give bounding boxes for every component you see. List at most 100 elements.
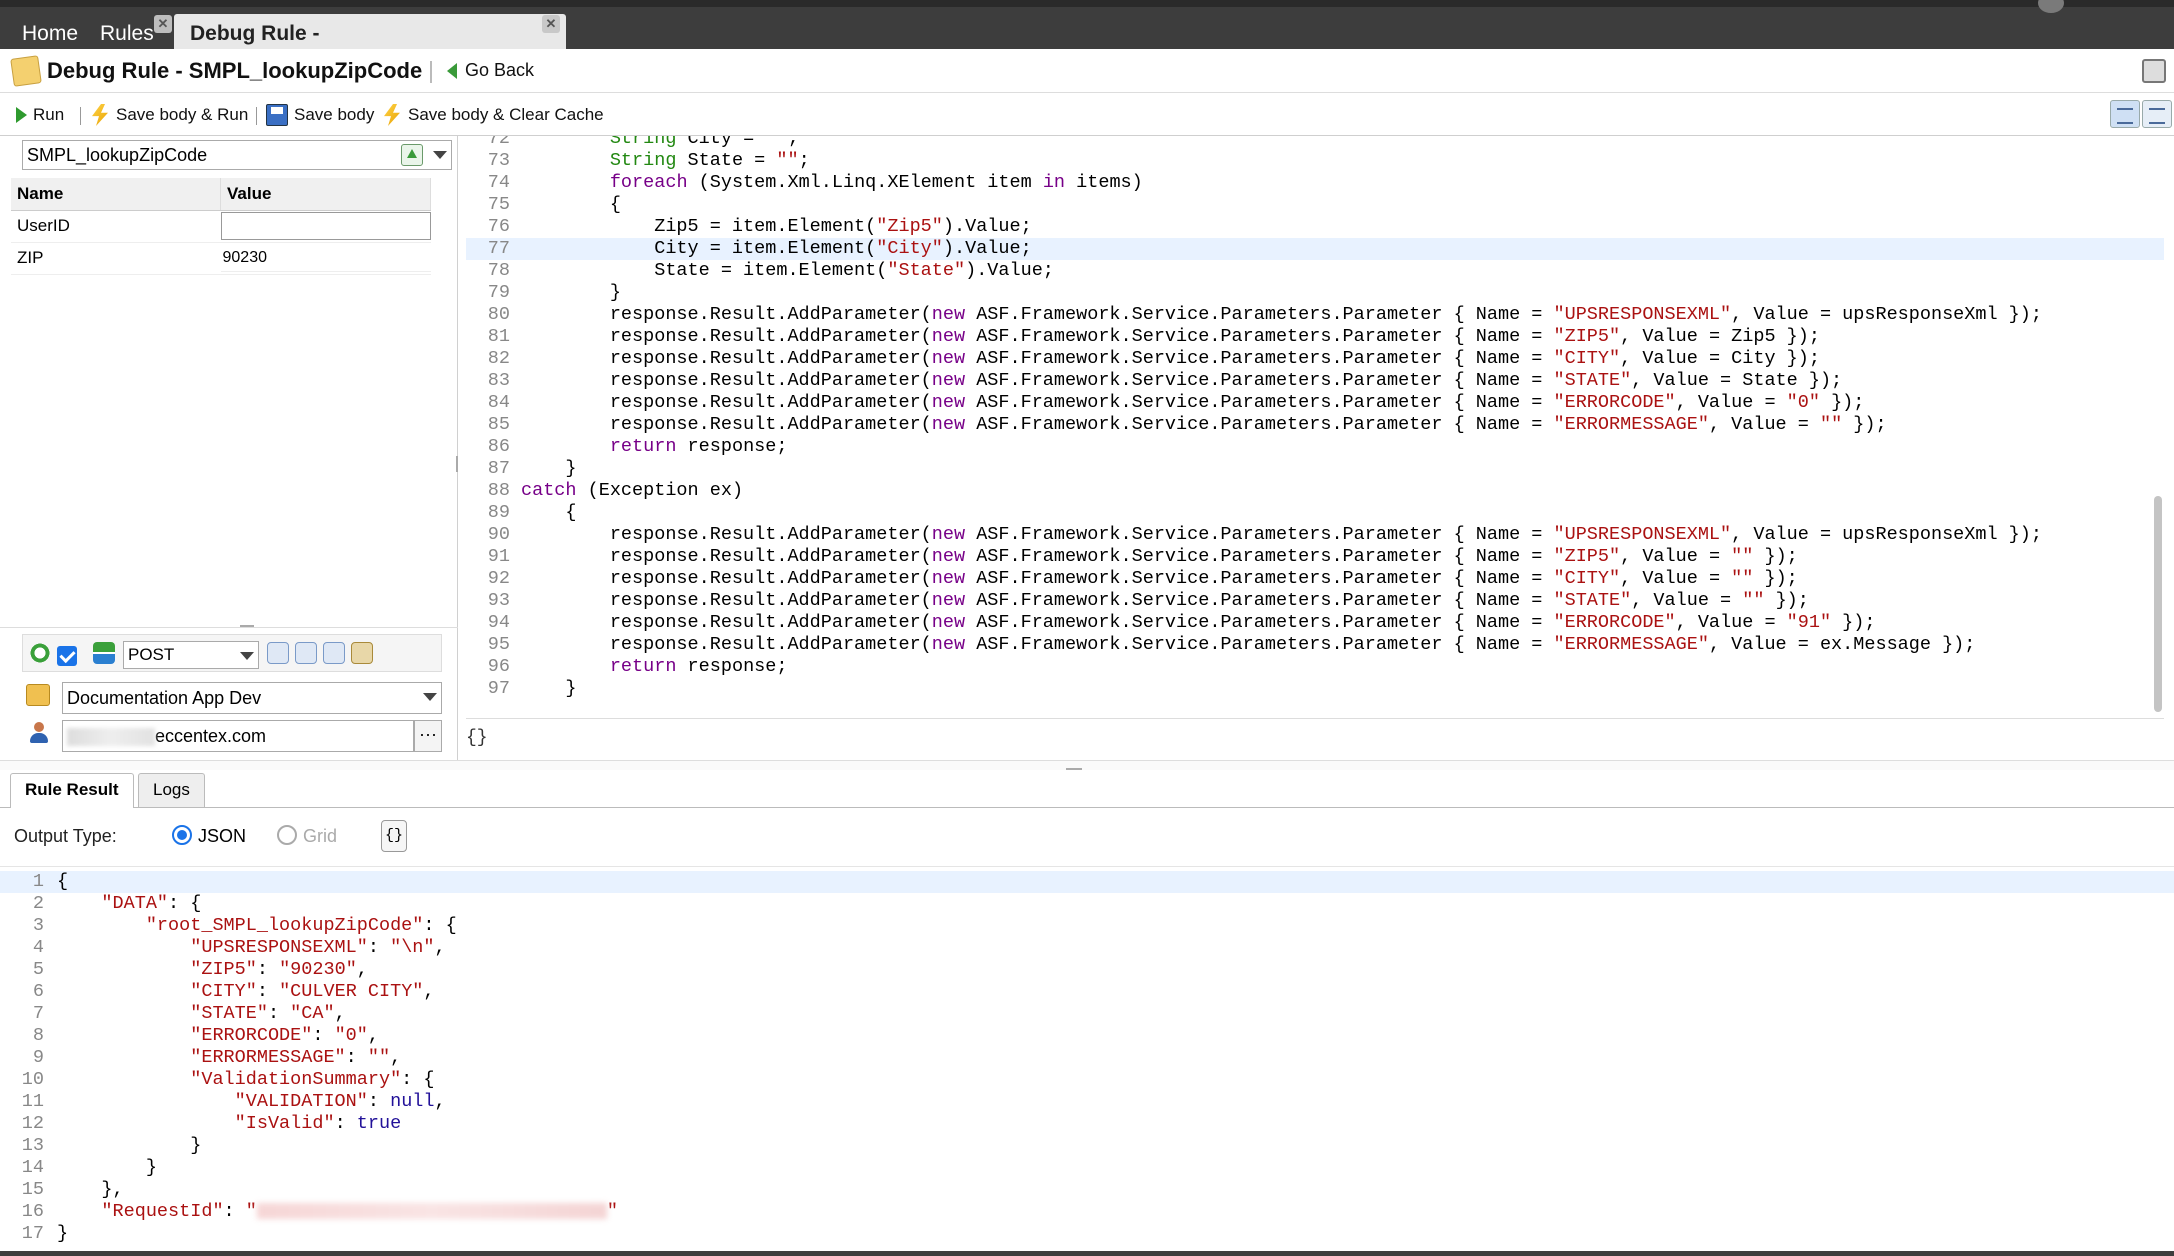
duplicate-icon[interactable] [323,642,345,664]
zip-input[interactable] [220,244,431,272]
json-line: 10 "ValidationSummary": { [0,1069,2174,1091]
line-number: 88 [487,480,510,501]
result-tabs: Rule Result Logs [0,770,2174,808]
line-number: 77 [487,238,510,259]
run-button[interactable]: Run [16,102,64,128]
toolbar: Run Save body & Run Save body Save body … [0,94,2174,136]
code-text: Zip5 = item.Element("Zip5").Value; [521,216,1032,237]
json-text: "RequestId": " " [101,1201,618,1222]
json-line: 8 "ERRORCODE": "0", [0,1025,2174,1047]
code-line: 82 response.Result.AddParameter(new ASF.… [466,348,2164,370]
code-line: 88 catch (Exception ex) [466,480,2164,502]
code-text: response.Result.AddParameter(new ASF.Fra… [521,634,1976,655]
chevron-down-icon [423,693,437,701]
user-field[interactable]: eccentex.com [62,720,414,752]
avatar[interactable] [2038,0,2064,13]
code-text: String City = ""; [609,136,799,149]
mail-icon[interactable] [295,642,317,664]
json-line: 15 }, [0,1179,2174,1201]
save-body-button[interactable]: Save body [266,102,374,128]
user-domain: eccentex.com [155,726,267,746]
divider [430,61,432,83]
json-line: 12 "IsValid": true [0,1113,2174,1135]
save-disk-icon [266,104,288,126]
json-text: } [57,1223,69,1244]
json-text: } [57,1135,202,1156]
editor-scrollbar[interactable] [2154,496,2162,712]
code-line: 86 return response; [466,436,2164,458]
line-number: 8 [32,1025,44,1046]
json-line: 16 "RequestId": " " [0,1201,2174,1223]
result-viewer[interactable]: 1{2 "DATA": {3 "root_SMPL_lookupZipCode"… [0,866,2174,1252]
line-number: 10 [21,1069,44,1090]
copy-icon[interactable] [267,642,289,664]
divider [80,107,81,125]
code-line: 97 } [466,678,2164,700]
json-text: "UPSRESPONSEXML": "\n", [190,937,446,958]
code-text: response.Result.AddParameter(new ASF.Fra… [521,568,1798,589]
json-line: 7 "STATE": "CA", [0,1003,2174,1025]
rule-select[interactable]: SMPL_lookupZipCode [22,140,452,170]
code-line: 77 City = item.Element("City").Value; [466,238,2164,260]
swap-icon[interactable] [93,642,115,664]
tab-logs[interactable]: Logs [138,773,205,807]
json-line: 5 "ZIP5": "90230", [0,959,2174,981]
code-text: return response; [609,656,788,677]
left-panel: SMPL_lookupZipCode Name Value UserID ZIP [0,136,458,760]
tab-rule-result[interactable]: Rule Result [10,773,134,808]
refresh-icon[interactable] [29,642,51,664]
line-number: 5 [32,959,44,980]
save-body-run-button[interactable]: Save body & Run [90,102,248,128]
app-select[interactable]: Documentation App Dev [62,682,442,714]
save-body-clear-cache-button[interactable]: Save body & Clear Cache [382,102,604,128]
line-number: 11 [21,1091,44,1112]
clear-cache-icon [384,104,400,126]
json-text: "root_SMPL_lookupZipCode": { [145,915,457,936]
http-method-select[interactable]: POST [123,641,259,669]
code-editor[interactable]: 72 String City = ""; 73 String State = ""… [466,136,2164,719]
layout-view-icon[interactable] [2110,100,2140,128]
code-text: } [521,678,577,699]
grid-radio[interactable] [277,825,297,845]
tab-debug-rule-close-icon[interactable]: ✕ [542,15,560,33]
code-line: 84 response.Result.AddParameter(new ASF.… [466,392,2164,414]
more-button[interactable]: ··· [414,720,442,752]
code-line: 80 response.Result.AddParameter(new ASF.… [466,304,2164,326]
print-icon[interactable] [2142,59,2166,83]
upload-icon[interactable] [401,144,423,166]
user-icon [28,722,50,744]
enable-checkbox[interactable] [57,646,77,666]
line-number: 3 [32,915,44,936]
code-line: 76 Zip5 = item.Element("Zip5").Value; [466,216,2164,238]
paste-icon[interactable] [351,642,373,664]
line-number: 17 [21,1223,44,1244]
chevron-down-icon[interactable] [433,151,447,159]
format-json-button[interactable]: {} [381,820,407,852]
line-number: 74 [487,172,510,193]
line-number: 95 [487,634,510,655]
line-number: 72 [487,136,510,149]
json-text: "CITY": "CULVER CITY", [190,981,435,1002]
json-text: "IsValid": true [234,1113,402,1134]
code-line: 72 String City = ""; [466,136,2164,150]
request-tools: POST [22,634,442,672]
tab-rules-close-icon[interactable]: ✕ [154,15,172,33]
json-text: "ZIP5": "90230", [190,959,368,980]
code-text: } [521,458,577,479]
result-splitter[interactable] [0,760,2174,770]
code-text: response.Result.AddParameter(new ASF.Fra… [521,612,1876,633]
save-body-label: Save body [294,105,375,124]
line-number: 13 [21,1135,44,1156]
vertical-splitter[interactable] [456,456,462,472]
code-text: catch (Exception ex) [521,480,744,501]
editor-status-braces: {} [466,728,488,748]
panel-splitter[interactable] [0,620,458,628]
go-back-button[interactable]: Go Back [447,60,534,81]
json-line: 9 "ERRORMESSAGE": "", [0,1047,2174,1069]
code-line: 73 String State = ""; [466,150,2164,172]
json-radio[interactable] [172,825,192,845]
list-view-icon[interactable] [2142,100,2172,128]
userid-input[interactable] [220,212,431,240]
column-header-value: Value [220,178,431,211]
line-number: 1 [32,871,44,892]
